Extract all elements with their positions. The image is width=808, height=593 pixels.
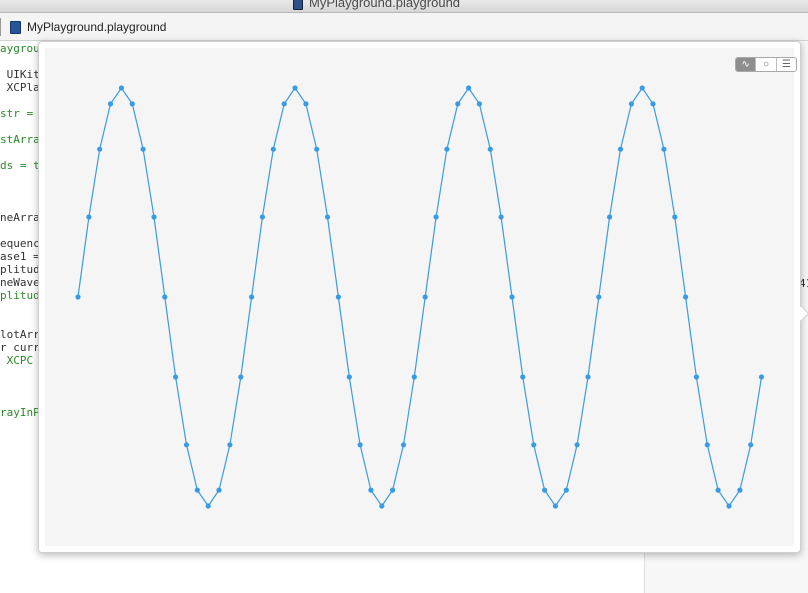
tab-file-name[interactable]: MyPlayground.playground [27, 20, 166, 34]
code-line: neArra [0, 211, 40, 224]
sine-wave-plot [75, 85, 765, 509]
tab-bar: MyPlayground.playground [0, 13, 808, 41]
data-point [97, 146, 103, 152]
data-point [259, 214, 265, 220]
data-point [628, 101, 635, 107]
data-point [476, 101, 482, 107]
code-line: neWave [0, 276, 40, 289]
data-point [205, 503, 211, 509]
list-icon[interactable]: ☰ [775, 58, 796, 71]
data-point [466, 85, 472, 91]
data-point [509, 294, 515, 300]
code-line: aygrou [0, 42, 40, 55]
data-point [672, 214, 678, 220]
data-point [704, 442, 710, 448]
playground-file-icon [293, 0, 303, 10]
data-point [270, 146, 276, 152]
data-point [715, 487, 721, 493]
data-point [531, 442, 537, 448]
data-point [748, 442, 754, 448]
data-point [162, 294, 168, 300]
data-point [249, 294, 255, 300]
code-line: plitud [0, 289, 40, 302]
code-line: str = [0, 107, 34, 120]
data-point [303, 101, 309, 107]
data-point [444, 146, 450, 152]
data-point [346, 374, 352, 380]
data-point [422, 294, 428, 300]
playground-file-icon [10, 21, 21, 34]
data-point [118, 85, 124, 91]
data-point [390, 487, 396, 493]
code-line: lotArr [0, 328, 40, 341]
data-point [498, 214, 504, 220]
window-titlebar: MyPlayground.playground [0, 0, 808, 13]
tab-separator [0, 18, 1, 36]
data-point [129, 101, 135, 107]
view-mode-selector[interactable]: ∿ ○ ☰ [735, 57, 797, 72]
data-point [173, 374, 179, 380]
data-point [455, 101, 461, 107]
data-point [661, 146, 667, 152]
code-line: ds = t [0, 159, 40, 172]
code-line: XCPla [0, 81, 40, 94]
data-point [411, 374, 417, 380]
data-point [75, 294, 81, 300]
data-point [400, 442, 407, 448]
data-point [107, 101, 114, 107]
data-point [292, 85, 298, 91]
data-point [140, 146, 146, 152]
data-point [683, 294, 689, 300]
data-point [194, 487, 200, 493]
code-line: plitud [0, 263, 40, 276]
code-line: rayInP [0, 406, 40, 419]
data-point [607, 214, 613, 220]
data-point [650, 101, 656, 107]
data-point [693, 374, 700, 380]
data-point [433, 214, 439, 220]
data-point [335, 294, 341, 300]
data-point [520, 374, 526, 380]
data-point [542, 487, 548, 493]
code-line: stArra [0, 133, 40, 146]
data-point [596, 294, 602, 300]
data-point [238, 374, 244, 380]
data-point [726, 503, 732, 509]
data-point [227, 442, 233, 448]
data-point [737, 487, 743, 493]
code-line: equenc [0, 237, 40, 250]
quick-look-popover: ∿ ○ ☰ [38, 41, 808, 553]
data-point [487, 146, 493, 152]
data-point [314, 146, 320, 152]
data-point [585, 374, 591, 380]
data-point [86, 214, 92, 220]
code-line: UIKit [0, 68, 40, 81]
data-point [151, 214, 157, 220]
data-point [357, 442, 363, 448]
code-line: XCPC [0, 354, 34, 367]
data-point [324, 214, 331, 220]
code-line: ase1 = [0, 250, 40, 263]
data-point [216, 487, 222, 493]
data-point [552, 503, 558, 509]
data-point [563, 487, 569, 493]
data-point [183, 442, 190, 448]
graph-icon[interactable]: ∿ [736, 58, 756, 71]
series-line [77, 86, 763, 508]
circle-icon[interactable]: ○ [755, 58, 775, 71]
data-point [281, 101, 287, 107]
window-title: MyPlayground.playground [293, 0, 460, 10]
data-point [617, 146, 624, 152]
data-point [574, 442, 580, 448]
window-title-text: MyPlayground.playground [309, 0, 461, 10]
plot-area: ∿ ○ ☰ [45, 48, 797, 546]
data-point [639, 85, 645, 91]
data-point [379, 503, 385, 509]
data-point [758, 374, 765, 380]
data-point [368, 487, 374, 493]
code-line: r curr [0, 341, 40, 354]
